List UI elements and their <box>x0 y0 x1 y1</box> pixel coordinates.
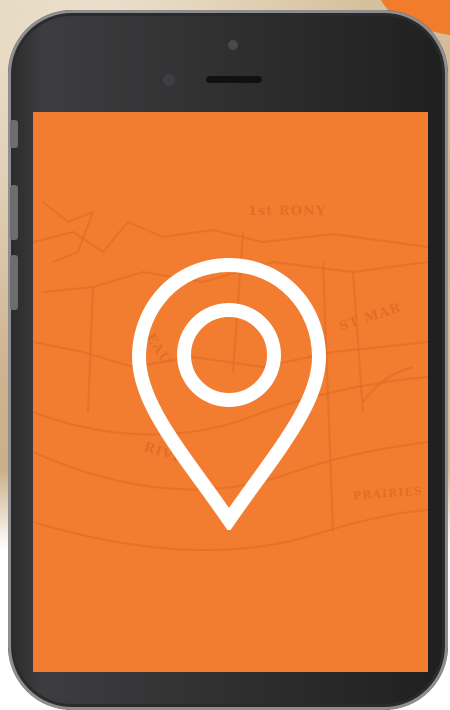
volume-up-button <box>10 185 18 240</box>
mute-switch <box>10 120 18 148</box>
location-pin-icon <box>131 257 327 530</box>
phone-screen: 1st RONY ST MAR EAU RIVIE PRAIRIES <box>33 112 428 672</box>
earpiece-speaker <box>206 76 262 83</box>
volume-down-button <box>10 255 18 310</box>
front-camera <box>228 40 238 50</box>
proximity-sensor <box>163 74 175 86</box>
map-label-rony: 1st RONY <box>248 204 327 219</box>
